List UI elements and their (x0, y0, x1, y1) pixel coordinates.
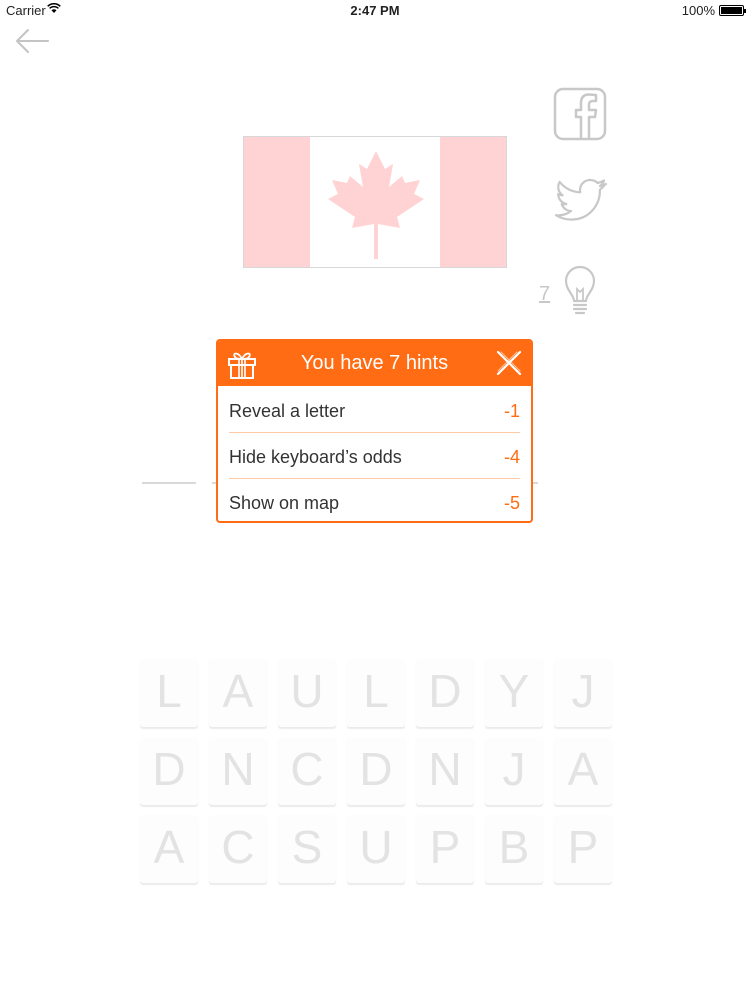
hint-option-reveal-letter[interactable]: Reveal a letter -1 (218, 387, 531, 433)
hint-option-label: Hide keyboard’s odds (229, 447, 402, 467)
letter-key[interactable]: B (485, 815, 543, 883)
clock: 2:47 PM (350, 3, 400, 18)
hint-option-cost: -4 (503, 447, 520, 467)
letter-key[interactable]: C (209, 815, 267, 883)
letter-key[interactable]: D (347, 737, 405, 805)
letter-key[interactable]: D (416, 659, 474, 727)
hint-option-show-on-map[interactable]: Show on map -5 (218, 479, 531, 521)
letter-key[interactable]: N (209, 737, 267, 805)
back-arrow-icon[interactable] (12, 26, 52, 56)
letter-key[interactable]: J (554, 659, 612, 727)
letter-key[interactable]: P (554, 815, 612, 883)
letter-key[interactable]: L (347, 659, 405, 727)
flag-left-band (244, 137, 310, 267)
popup-header: You have 7 hints (218, 341, 531, 386)
hint-option-label: Show on map (229, 493, 340, 513)
hint-option-label: Reveal a letter (229, 401, 346, 421)
popup-title: You have 7 hints (300, 352, 449, 374)
letter-key[interactable]: D (140, 737, 198, 805)
status-bar: Carrier 2:47 PM 100% (0, 0, 750, 22)
twitter-icon[interactable] (553, 178, 609, 226)
hint-option-cost: -1 (503, 401, 520, 421)
canada-flag-icon (243, 136, 507, 268)
letter-key[interactable]: A (209, 659, 267, 727)
hint-popup: You have 7 hints Reveal a letter -1 Hide… (216, 339, 533, 523)
letter-key[interactable]: C (278, 737, 336, 805)
maple-leaf-icon (328, 151, 424, 259)
letter-key[interactable]: J (485, 737, 543, 805)
hint-option-hide-keyboard-odds[interactable]: Hide keyboard’s odds -4 (218, 433, 531, 479)
letter-key[interactable]: Y (485, 659, 543, 727)
hint-option-cost: -5 (503, 493, 520, 513)
flag-right-band (440, 137, 506, 267)
facebook-icon[interactable] (553, 87, 607, 141)
letter-key[interactable]: A (140, 815, 198, 883)
letter-key[interactable]: N (416, 737, 474, 805)
hint-count-link[interactable]: 7 (539, 283, 550, 306)
battery-percent: 100% (681, 3, 715, 18)
letter-key[interactable]: L (140, 659, 198, 727)
answer-slot (142, 482, 196, 484)
lightbulb-icon[interactable] (563, 265, 597, 317)
battery-icon (719, 5, 746, 16)
close-icon[interactable] (496, 350, 522, 376)
letter-key[interactable]: U (278, 659, 336, 727)
letter-key[interactable]: S (278, 815, 336, 883)
letter-key[interactable]: P (416, 815, 474, 883)
letter-key[interactable]: A (554, 737, 612, 805)
letter-key[interactable]: U (347, 815, 405, 883)
